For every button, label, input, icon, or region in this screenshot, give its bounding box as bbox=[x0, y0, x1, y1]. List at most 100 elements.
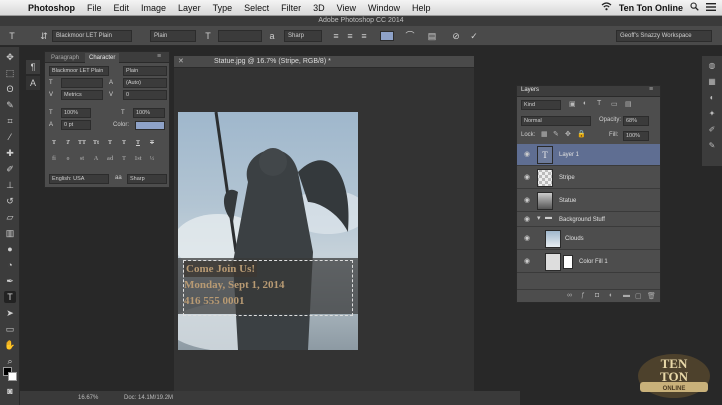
blur-tool-icon[interactable]: ● bbox=[4, 243, 16, 255]
font-style-select[interactable]: Plain bbox=[150, 30, 196, 42]
text-orientation-icon[interactable]: ⇵ bbox=[38, 30, 50, 42]
align-center-icon[interactable]: ≡ bbox=[344, 30, 356, 42]
type-tool-icon[interactable]: T bbox=[4, 291, 16, 303]
image-canvas[interactable]: Come Join Us! Monday, Sept 1, 2014 416 5… bbox=[178, 112, 358, 350]
opacity-field[interactable]: 68% bbox=[623, 116, 649, 126]
color-panel-icon[interactable]: ◍ bbox=[706, 60, 718, 72]
visibility-eye-icon[interactable]: ◉ bbox=[522, 173, 532, 183]
font-size-field[interactable] bbox=[61, 78, 103, 88]
layer-filter-select[interactable]: Kind bbox=[521, 100, 561, 110]
font-size-field[interactable] bbox=[218, 30, 262, 42]
menu-3d[interactable]: 3D bbox=[307, 3, 331, 13]
titling-button[interactable]: T bbox=[119, 154, 129, 164]
cancel-edit-icon[interactable]: ⊘ bbox=[450, 30, 462, 42]
leading-field[interactable]: (Auto) bbox=[123, 78, 167, 88]
layer-row-layer-1[interactable]: ◉ T Layer 1 bbox=[517, 144, 660, 166]
filter-adjustment-icon[interactable]: ◐ bbox=[583, 100, 587, 107]
adjustment-layer-icon[interactable]: ◐ bbox=[609, 292, 613, 299]
gradient-tool-icon[interactable]: ▥ bbox=[4, 227, 16, 239]
brush-tool-icon[interactable]: ✐ bbox=[4, 163, 16, 175]
all-caps-button[interactable]: TT bbox=[77, 138, 87, 148]
quick-mask-icon[interactable]: ◙ bbox=[4, 385, 16, 397]
kerning-field[interactable]: Metrics bbox=[61, 90, 103, 100]
faux-bold-button[interactable]: T bbox=[49, 138, 59, 148]
marquee-tool-icon[interactable]: ⬚ bbox=[4, 67, 16, 79]
visibility-eye-icon[interactable]: ◉ bbox=[522, 196, 532, 206]
character-color-swatch[interactable] bbox=[135, 121, 165, 130]
menu-help[interactable]: Help bbox=[406, 3, 437, 13]
rectangle-tool-icon[interactable]: ▭ bbox=[4, 323, 16, 335]
layer-row-color-fill-1[interactable]: ◉ Color Fill 1 bbox=[517, 251, 660, 273]
healing-tool-icon[interactable]: ✚ bbox=[4, 147, 16, 159]
visibility-eye-icon[interactable]: ◉ bbox=[522, 215, 532, 225]
tab-character[interactable]: Character bbox=[85, 53, 120, 63]
filter-shape-icon[interactable]: ▭ bbox=[611, 100, 618, 108]
tool-presets-icon[interactable]: ✎ bbox=[706, 140, 718, 152]
menu-layer[interactable]: Layer bbox=[172, 3, 207, 13]
panel-menu-icon[interactable]: ≡ bbox=[649, 86, 653, 93]
new-layer-icon[interactable]: ▢ bbox=[635, 292, 642, 300]
strikethrough-button[interactable]: T bbox=[147, 138, 157, 148]
lock-pixels-icon[interactable]: ✎ bbox=[553, 130, 559, 138]
layer-name[interactable]: Stripe bbox=[559, 167, 575, 189]
eyedropper-tool-icon[interactable]: ⁄ bbox=[4, 131, 16, 143]
faux-italic-button[interactable]: T bbox=[63, 138, 73, 148]
menu-view[interactable]: View bbox=[331, 3, 362, 13]
layer-group-background-stuff[interactable]: ◉ ▾ ▬ Background Stuff bbox=[517, 213, 660, 227]
superscript-button[interactable]: T bbox=[105, 138, 115, 148]
visibility-eye-icon[interactable]: ◉ bbox=[522, 257, 532, 267]
lock-position-icon[interactable]: ✥ bbox=[565, 130, 571, 138]
panel-menu-icon[interactable]: ≡ bbox=[157, 53, 161, 60]
swash-button[interactable]: A bbox=[91, 154, 101, 164]
document-tab[interactable]: ✕ Statue.jpg @ 16.7% (Stripe, RGB/8) * bbox=[174, 56, 474, 68]
visibility-eye-icon[interactable]: ◉ bbox=[522, 150, 532, 160]
antialias-select[interactable]: Sharp bbox=[284, 30, 322, 42]
ligatures-button[interactable]: fi bbox=[49, 154, 59, 164]
menu-file[interactable]: File bbox=[81, 3, 108, 13]
blend-mode-select[interactable]: Normal bbox=[521, 116, 591, 126]
eraser-tool-icon[interactable]: ▱ bbox=[4, 211, 16, 223]
fill-field[interactable]: 100% bbox=[623, 131, 649, 141]
lock-transparency-icon[interactable]: ▦ bbox=[541, 130, 548, 138]
layer-name[interactable]: Clouds bbox=[565, 228, 584, 250]
quick-select-tool-icon[interactable]: ✎ bbox=[4, 99, 16, 111]
layer-name[interactable]: Background Stuff bbox=[559, 213, 605, 227]
brush-panel-icon[interactable]: ✐ bbox=[706, 124, 718, 136]
align-right-icon[interactable]: ≡ bbox=[358, 30, 370, 42]
crop-tool-icon[interactable]: ⌗ bbox=[4, 115, 16, 127]
align-left-icon[interactable]: ≡ bbox=[330, 30, 342, 42]
spotlight-icon[interactable] bbox=[690, 2, 699, 13]
text-color-swatch[interactable] bbox=[380, 31, 394, 41]
notification-center-icon[interactable] bbox=[706, 2, 716, 13]
layer-row-statue[interactable]: ◉ Statue bbox=[517, 190, 660, 212]
warp-text-icon[interactable]: ⌒ bbox=[404, 30, 416, 42]
filter-smart-icon[interactable]: ▤ bbox=[625, 100, 632, 108]
layer-name[interactable]: Layer 1 bbox=[559, 144, 579, 166]
zoom-level[interactable]: 16.67% bbox=[78, 391, 98, 405]
paragraph-panel-icon[interactable]: ¶ bbox=[26, 60, 40, 74]
stamp-tool-icon[interactable]: ⊥ bbox=[4, 179, 16, 191]
baseline-shift-field[interactable]: 0 pt bbox=[61, 120, 91, 130]
menu-type[interactable]: Type bbox=[207, 3, 239, 13]
subscript-button[interactable]: T bbox=[119, 138, 129, 148]
path-select-tool-icon[interactable]: ➤ bbox=[4, 307, 16, 319]
layer-name[interactable]: Color Fill 1 bbox=[579, 251, 608, 273]
flyer-text[interactable]: Come Join Us! Monday, Sept 1, 2014 416 5… bbox=[184, 261, 285, 309]
wifi-icon[interactable] bbox=[601, 2, 612, 13]
font-family-field[interactable]: Blackmoor LET Plain bbox=[49, 66, 109, 76]
link-layers-icon[interactable]: ∞ bbox=[567, 292, 572, 299]
menu-window[interactable]: Window bbox=[362, 3, 406, 13]
menu-edit[interactable]: Edit bbox=[108, 3, 136, 13]
menu-select[interactable]: Select bbox=[238, 3, 275, 13]
styles-panel-icon[interactable]: ✦ bbox=[706, 108, 718, 120]
small-caps-button[interactable]: Tt bbox=[91, 138, 101, 148]
swatches-panel-icon[interactable]: ▦ bbox=[706, 76, 718, 88]
workspace-select[interactable]: Geoff's Snazzy Workspace bbox=[616, 30, 712, 42]
vertical-scale-field[interactable]: 100% bbox=[61, 108, 91, 118]
visibility-eye-icon[interactable]: ◉ bbox=[522, 234, 532, 244]
hand-tool-icon[interactable]: ✋ bbox=[4, 339, 16, 351]
group-expand-icon[interactable]: ▾ bbox=[537, 214, 541, 222]
move-tool-icon[interactable]: ✥ bbox=[4, 51, 16, 63]
horizontal-scale-field[interactable]: 100% bbox=[133, 108, 165, 118]
layer-row-clouds[interactable]: ◉ Clouds bbox=[517, 228, 660, 250]
